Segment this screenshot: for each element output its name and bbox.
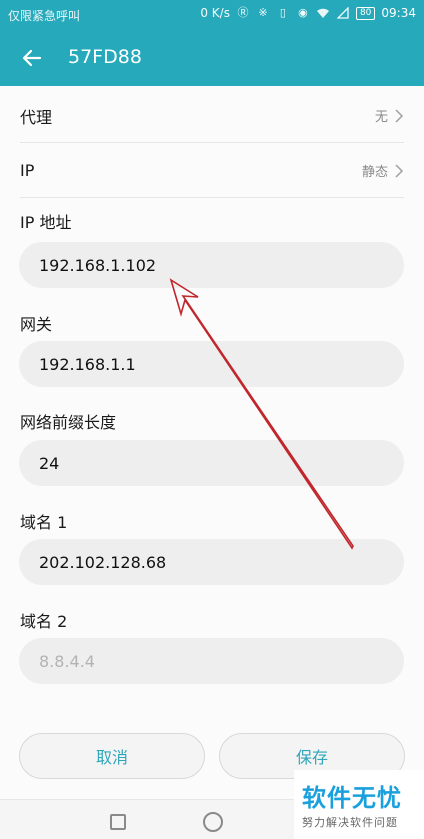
prefix-length-input[interactable]: 24 xyxy=(19,440,404,486)
ip-setting-value: 静态 xyxy=(361,165,388,180)
carrier-text: 仅限紧急呼叫 xyxy=(8,9,81,23)
proxy-label: 代理 xyxy=(20,107,53,127)
gateway-label: 网关 xyxy=(20,315,53,334)
battery-indicator: 80 xyxy=(355,6,376,20)
back-arrow-icon xyxy=(22,49,42,67)
recent-apps-icon[interactable] xyxy=(110,814,126,830)
net-speed: 0 K/s xyxy=(200,6,230,20)
dns2-label: 域名 2 xyxy=(20,612,68,631)
proxy-value: 无 xyxy=(374,110,388,125)
nfc-icon: Ⓡ xyxy=(237,6,249,19)
watermark-subtitle: 努力解决软件问题 xyxy=(302,816,398,829)
ip-address-label: IP 地址 xyxy=(20,213,72,232)
dns1-label: 域名 1 xyxy=(20,513,68,532)
signal-off-icon xyxy=(336,6,350,20)
dns2-input[interactable]: 8.8.4.4 xyxy=(19,638,404,684)
vibrate-icon: ▯ xyxy=(279,6,286,19)
network-name-title: 57FD88 xyxy=(68,46,142,68)
ip-setting-row[interactable]: IP 静态 xyxy=(20,144,404,198)
status-icons: 0 K/s Ⓡ ※ ▯ ◉ 80 09:34 xyxy=(200,6,416,20)
cancel-button[interactable]: 取消 xyxy=(19,733,205,779)
clock: 09:34 xyxy=(381,6,416,20)
app-bar: 57FD88 xyxy=(0,30,424,86)
gateway-input[interactable]: 192.168.1.1 xyxy=(19,341,404,387)
back-button[interactable] xyxy=(14,40,50,76)
dns1-input[interactable]: 202.102.128.68 xyxy=(19,539,404,585)
home-icon[interactable] xyxy=(203,812,223,832)
eye-comfort-icon: ◉ xyxy=(298,6,308,19)
proxy-row[interactable]: 代理 无 xyxy=(20,89,404,143)
ip-setting-label: IP xyxy=(20,161,35,180)
status-bar: 仅限紧急呼叫 0 K/s Ⓡ ※ ▯ ◉ 80 09:34 xyxy=(0,0,424,30)
bluetooth-icon: ※ xyxy=(258,6,268,19)
chevron-right-icon xyxy=(395,163,404,178)
watermark-title: 软件无忧 xyxy=(302,784,402,812)
settings-content: 代理 无 IP 静态 IP 地址 192.168.1.102 网关 192.16… xyxy=(0,86,424,799)
wifi-icon xyxy=(316,6,330,20)
ip-address-input[interactable]: 192.168.1.102 xyxy=(19,242,404,288)
chevron-right-icon xyxy=(395,108,404,123)
prefix-length-label: 网络前缀长度 xyxy=(20,413,117,432)
watermark: 软件无忧 努力解决软件问题 xyxy=(294,770,424,839)
